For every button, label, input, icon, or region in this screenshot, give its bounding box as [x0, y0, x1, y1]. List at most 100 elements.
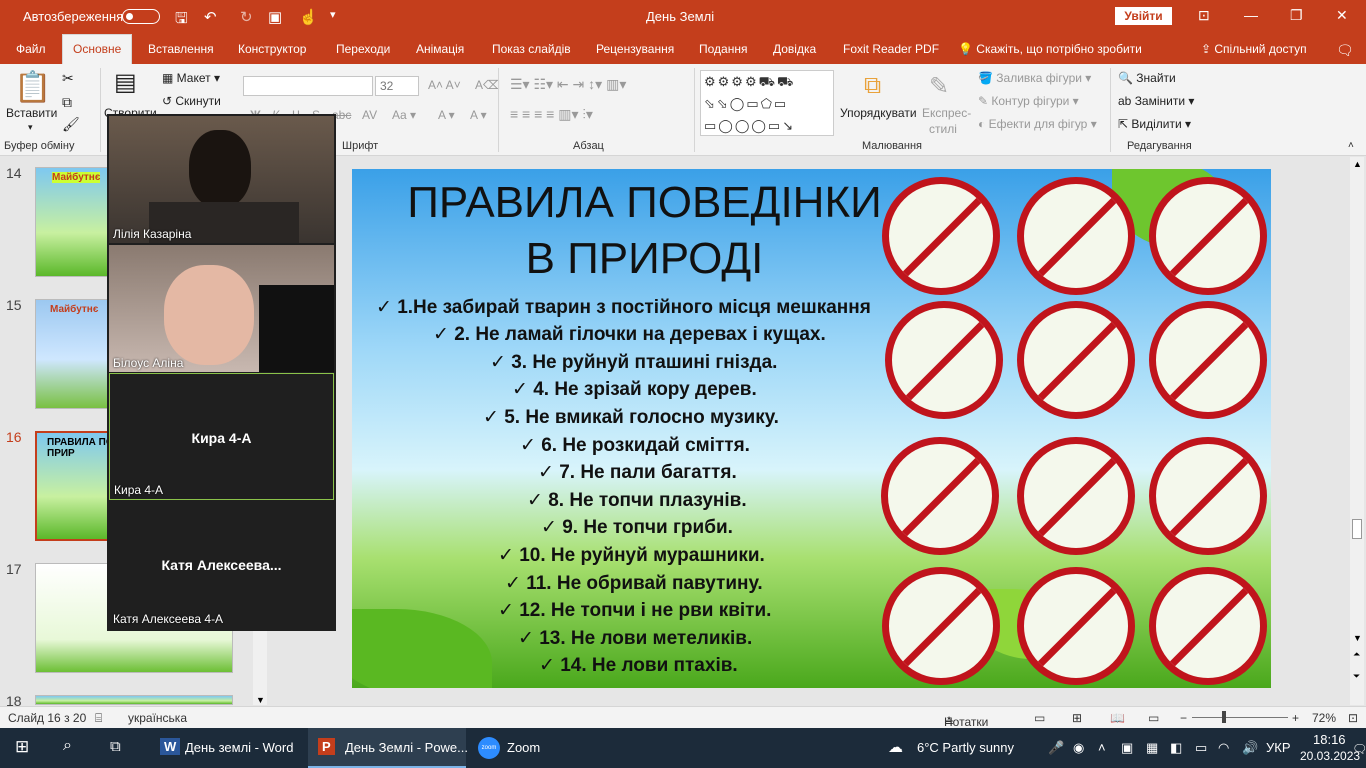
tray-app-icon[interactable]: ▦: [1146, 740, 1158, 756]
volume-icon[interactable]: 🔊: [1242, 740, 1258, 756]
show-hidden-icons[interactable]: ˄: [1098, 740, 1106, 755]
arrange-button[interactable]: Упорядкувати: [840, 106, 917, 120]
microphone-icon[interactable]: 🎤: [1048, 740, 1064, 756]
comments-icon[interactable]: 🗨: [1336, 42, 1354, 59]
taskbar-word-button[interactable]: W День землі - Word: [152, 728, 302, 768]
scroll-down-icon[interactable]: ▼: [1353, 633, 1362, 643]
language-indicator[interactable]: українська: [128, 711, 187, 725]
tell-me-search[interactable]: 💡 Скажіть, що потрібно зробити: [958, 42, 1142, 56]
align-icons[interactable]: ≡ ≡ ≡ ≡ ▥▾ ⫶▾: [510, 106, 593, 123]
replace-button[interactable]: ab Замінити ▾: [1118, 94, 1194, 108]
editor-scrollbar[interactable]: ▲ ▼ ⏶ ⏷: [1350, 157, 1364, 705]
share-button[interactable]: ⇪ Спільний доступ: [1201, 42, 1307, 56]
notifications-icon[interactable]: 🗨: [1352, 742, 1366, 756]
tab-view[interactable]: Подання: [699, 42, 747, 56]
cut-icon[interactable]: ✂: [62, 70, 74, 87]
restore-icon[interactable]: ❐: [1290, 7, 1303, 24]
collapse-ribbon-icon[interactable]: ˄: [1348, 140, 1354, 151]
find-button[interactable]: 🔍 Знайти: [1118, 71, 1176, 85]
tray-app-icon[interactable]: ◧: [1170, 740, 1182, 756]
highlight-icon[interactable]: A ▾: [438, 108, 455, 122]
paste-button[interactable]: Вставити: [6, 106, 57, 120]
task-view-icon[interactable]: ⧉: [110, 738, 121, 755]
keyboard-language[interactable]: УКР: [1266, 740, 1291, 755]
shape-outline-button[interactable]: ✎ Контур фігури ▾: [978, 94, 1079, 108]
taskbar-zoom-button[interactable]: zoom Zoom: [472, 728, 582, 768]
font-size-input[interactable]: 32: [375, 76, 419, 96]
quick-styles-icon[interactable]: ✎: [929, 72, 949, 101]
zoom-slider-thumb[interactable]: [1222, 711, 1226, 723]
video-tile[interactable]: Лілія Казаріна: [109, 116, 334, 243]
tab-slideshow[interactable]: Показ слайдів: [492, 42, 571, 56]
undo-icon[interactable]: ↶: [204, 8, 217, 26]
copy-icon[interactable]: ⧉: [62, 94, 72, 111]
tray-app-icon[interactable]: ▣: [1121, 740, 1133, 756]
scroll-thumb[interactable]: [1352, 519, 1362, 539]
tab-transitions[interactable]: Переходи: [336, 42, 390, 56]
spacing-icon[interactable]: AV: [362, 108, 377, 122]
font-grow-icon[interactable]: A˄ A˅: [428, 78, 461, 92]
video-tile-active-speaker[interactable]: Кира 4-А Кира 4-А: [109, 373, 334, 500]
zoom-video-panel[interactable]: Лілія Казаріна Білоус Аліна Кира 4-А Кир…: [107, 114, 336, 631]
zoom-slider[interactable]: [1192, 717, 1288, 718]
touch-icon[interactable]: ☝: [299, 8, 318, 26]
customize-qat-icon[interactable]: ▾: [330, 8, 336, 21]
arrange-icon[interactable]: ⧉: [864, 72, 881, 100]
chevron-down-icon[interactable]: ▾: [28, 122, 33, 133]
video-tile[interactable]: Білоус Аліна: [109, 245, 334, 372]
tab-foxit[interactable]: Foxit Reader PDF: [843, 42, 939, 56]
scroll-up-icon[interactable]: ▲: [1353, 159, 1362, 169]
save-icon[interactable]: 🖫: [175, 8, 188, 33]
new-slide-icon[interactable]: ▤: [114, 68, 137, 97]
slideshow-icon[interactable]: ▭: [1148, 711, 1159, 725]
format-painter-icon[interactable]: 🖌: [62, 116, 80, 133]
present-icon[interactable]: ▣: [268, 8, 282, 26]
spellcheck-icon[interactable]: ⌸: [95, 711, 102, 726]
font-name-input[interactable]: [243, 76, 373, 96]
slide-sorter-icon[interactable]: ⊞: [1072, 711, 1082, 725]
tab-animations[interactable]: Анімація: [416, 42, 464, 56]
zoom-level[interactable]: 72%: [1312, 711, 1336, 725]
zoom-tray-icon[interactable]: ◉: [1073, 740, 1084, 756]
fit-slide-icon[interactable]: ⊡: [1348, 711, 1358, 725]
wifi-icon[interactable]: ◠: [1218, 740, 1229, 756]
video-tile[interactable]: Катя Алексеева... Катя Алексеева 4-А: [109, 501, 334, 628]
next-slide-icon[interactable]: ⏷: [1353, 671, 1360, 682]
close-icon[interactable]: ✕: [1336, 7, 1348, 24]
prev-slide-icon[interactable]: ⏶: [1353, 649, 1360, 660]
weather-icon[interactable]: ☁: [888, 738, 903, 756]
minimize-icon[interactable]: —: [1244, 7, 1258, 23]
reading-view-icon[interactable]: 📖: [1110, 711, 1125, 725]
tab-help[interactable]: Довідка: [773, 42, 816, 56]
shape-effects-button[interactable]: ◐ Ефекти для фігур ▾: [978, 117, 1097, 131]
shape-fill-button[interactable]: 🪣 Заливка фігури ▾: [978, 71, 1091, 85]
tab-design[interactable]: Конструктор: [238, 42, 306, 56]
scroll-down-icon[interactable]: ▼: [256, 695, 265, 705]
normal-view-icon[interactable]: ▭: [1034, 711, 1045, 725]
clear-format-icon[interactable]: A⌫: [475, 78, 500, 92]
font-color-icon[interactable]: A ▾: [470, 108, 487, 122]
slide-canvas[interactable]: ПРАВИЛА ПОВЕДІНКИ В ПРИРОДІ 1.Не забирай…: [352, 169, 1271, 688]
tab-review[interactable]: Рецензування: [596, 42, 674, 56]
clock-time[interactable]: 18:16: [1313, 732, 1346, 747]
weather-text[interactable]: 6°C Partly sunny: [917, 740, 1014, 755]
slide-thumbnail[interactable]: [35, 695, 233, 705]
autosave-toggle[interactable]: [122, 9, 160, 24]
taskbar-powerpoint-button[interactable]: P День Землі - Powe...: [308, 728, 468, 768]
reset-button[interactable]: ↺ Скинути: [162, 94, 221, 108]
case-icon[interactable]: Aa ▾: [392, 108, 416, 122]
zoom-out-icon[interactable]: −: [1180, 711, 1187, 725]
paste-icon[interactable]: 📋: [14, 70, 51, 105]
tab-file[interactable]: Файл: [16, 42, 46, 56]
windows-start-icon[interactable]: ⊞: [15, 737, 29, 757]
tab-insert[interactable]: Вставлення: [148, 42, 214, 56]
shapes-gallery[interactable]: ⚙⚙⚙⚙⛟⛟ ⬂⬂◯▭⬠▭ ▭◯◯◯▭↘: [700, 70, 834, 136]
layout-button[interactable]: ▦ Макет ▾: [162, 71, 220, 85]
signin-button[interactable]: Увійти: [1115, 7, 1172, 25]
select-button[interactable]: ⇱ Виділити ▾: [1118, 117, 1191, 131]
search-icon[interactable]: ⌕: [63, 737, 72, 755]
zoom-in-icon[interactable]: +: [1292, 711, 1299, 725]
ribbon-display-icon[interactable]: ⊡: [1198, 7, 1210, 24]
redo-icon[interactable]: ↻: [240, 8, 253, 26]
bullets-icon[interactable]: ☰▾ ☷▾ ⇤ ⇥ ↕▾ ▥▾: [510, 76, 626, 93]
